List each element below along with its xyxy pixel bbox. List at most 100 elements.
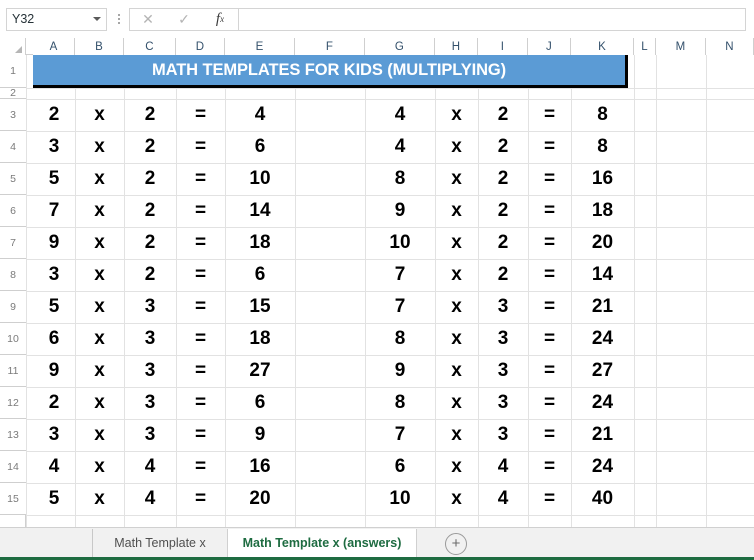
multiplicand-cell[interactable]: 7 [365,259,435,291]
row-header-2[interactable]: 2 [0,87,26,99]
multiply-operator-cell[interactable]: x [435,99,478,131]
multiply-operator-cell[interactable]: x [435,195,478,227]
product-cell[interactable]: 20 [571,227,634,259]
multiplier-cell[interactable]: 2 [124,195,176,227]
multiplier-cell[interactable]: 4 [478,483,528,515]
product-cell[interactable]: 14 [571,259,634,291]
check-icon[interactable]: ✓ [166,9,202,30]
multiply-operator-cell[interactable]: x [75,419,124,451]
column-header-d[interactable]: D [176,38,225,55]
equals-operator-cell[interactable]: = [528,483,571,515]
equals-operator-cell[interactable]: = [528,163,571,195]
multiply-operator-cell[interactable]: x [75,291,124,323]
multiply-operator-cell[interactable]: x [435,387,478,419]
multiplier-cell[interactable]: 3 [478,291,528,323]
multiply-operator-cell[interactable]: x [435,163,478,195]
multiplicand-cell[interactable]: 10 [365,227,435,259]
equals-operator-cell[interactable]: = [528,227,571,259]
multiply-operator-cell[interactable]: x [75,259,124,291]
multiplier-cell[interactable]: 2 [478,99,528,131]
column-header-n[interactable]: N [706,38,754,55]
fx-icon[interactable]: fx [202,9,238,30]
multiplier-cell[interactable]: 3 [124,387,176,419]
equals-operator-cell[interactable]: = [176,131,225,163]
multiply-operator-cell[interactable]: x [435,323,478,355]
multiplier-cell[interactable]: 3 [124,355,176,387]
multiplicand-cell[interactable]: 3 [33,131,75,163]
multiply-operator-cell[interactable]: x [75,99,124,131]
column-header-b[interactable]: B [75,38,124,55]
equals-operator-cell[interactable]: = [176,259,225,291]
product-cell[interactable]: 4 [225,99,295,131]
multiply-operator-cell[interactable]: x [435,419,478,451]
row-header-13[interactable]: 13 [0,419,26,451]
row-header-5[interactable]: 5 [0,163,26,195]
equals-operator-cell[interactable]: = [528,99,571,131]
multiplicand-cell[interactable]: 7 [365,419,435,451]
product-cell[interactable]: 18 [225,323,295,355]
equals-operator-cell[interactable]: = [528,131,571,163]
multiplier-cell[interactable]: 2 [124,99,176,131]
product-cell[interactable]: 8 [571,99,634,131]
column-header-l[interactable]: L [634,38,656,55]
multiply-operator-cell[interactable]: x [435,451,478,483]
row-header-14[interactable]: 14 [0,451,26,483]
multiplier-cell[interactable]: 2 [478,163,528,195]
column-header-h[interactable]: H [435,38,478,55]
row-header-7[interactable]: 7 [0,227,26,259]
equals-operator-cell[interactable]: = [528,291,571,323]
column-header-i[interactable]: I [478,38,528,55]
column-header-j[interactable]: J [528,38,571,55]
multiplicand-cell[interactable]: 9 [365,355,435,387]
equals-operator-cell[interactable]: = [176,419,225,451]
select-all-icon[interactable] [0,38,26,55]
multiplicand-cell[interactable]: 4 [33,451,75,483]
row-header-12[interactable]: 12 [0,387,26,419]
multiplicand-cell[interactable]: 7 [365,291,435,323]
product-cell[interactable]: 9 [225,419,295,451]
multiplier-cell[interactable]: 2 [478,227,528,259]
multiply-operator-cell[interactable]: x [75,131,124,163]
row-header-15[interactable]: 15 [0,483,26,515]
row-header-8[interactable]: 8 [0,259,26,291]
equals-operator-cell[interactable]: = [176,99,225,131]
multiply-operator-cell[interactable]: x [75,483,124,515]
multiplier-cell[interactable]: 2 [124,163,176,195]
chevron-down-icon[interactable] [93,17,101,21]
multiplier-cell[interactable]: 3 [478,419,528,451]
multiplicand-cell[interactable]: 5 [33,483,75,515]
equals-operator-cell[interactable]: = [176,323,225,355]
row-header-3[interactable]: 3 [0,99,26,131]
column-header-m[interactable]: M [656,38,706,55]
product-cell[interactable]: 20 [225,483,295,515]
multiplicand-cell[interactable]: 9 [33,227,75,259]
multiplicand-cell[interactable]: 4 [365,131,435,163]
row-header-9[interactable]: 9 [0,291,26,323]
equals-operator-cell[interactable]: = [176,163,225,195]
multiplier-cell[interactable]: 2 [124,259,176,291]
multiplier-cell[interactable]: 4 [124,451,176,483]
row-header-4[interactable]: 4 [0,131,26,163]
multiplicand-cell[interactable]: 5 [33,163,75,195]
multiplicand-cell[interactable]: 7 [33,195,75,227]
multiply-operator-cell[interactable]: x [75,163,124,195]
product-cell[interactable]: 24 [571,451,634,483]
multiplicand-cell[interactable]: 9 [33,355,75,387]
product-cell[interactable]: 24 [571,387,634,419]
column-header-e[interactable]: E [225,38,295,55]
sheet-tab-1[interactable]: Math Template x [92,529,227,557]
multiply-operator-cell[interactable]: x [75,195,124,227]
equals-operator-cell[interactable]: = [528,323,571,355]
equals-operator-cell[interactable]: = [176,387,225,419]
multiplier-cell[interactable]: 4 [478,451,528,483]
multiply-operator-cell[interactable]: x [75,355,124,387]
name-box[interactable]: Y32 [6,7,107,31]
product-cell[interactable]: 18 [571,195,634,227]
multiply-operator-cell[interactable]: x [75,387,124,419]
product-cell[interactable]: 16 [571,163,634,195]
multiply-operator-cell[interactable]: x [75,227,124,259]
multiplicand-cell[interactable]: 10 [365,483,435,515]
close-icon[interactable]: ✕ [130,9,166,30]
multiply-operator-cell[interactable]: x [75,451,124,483]
column-header-f[interactable]: F [295,38,365,55]
